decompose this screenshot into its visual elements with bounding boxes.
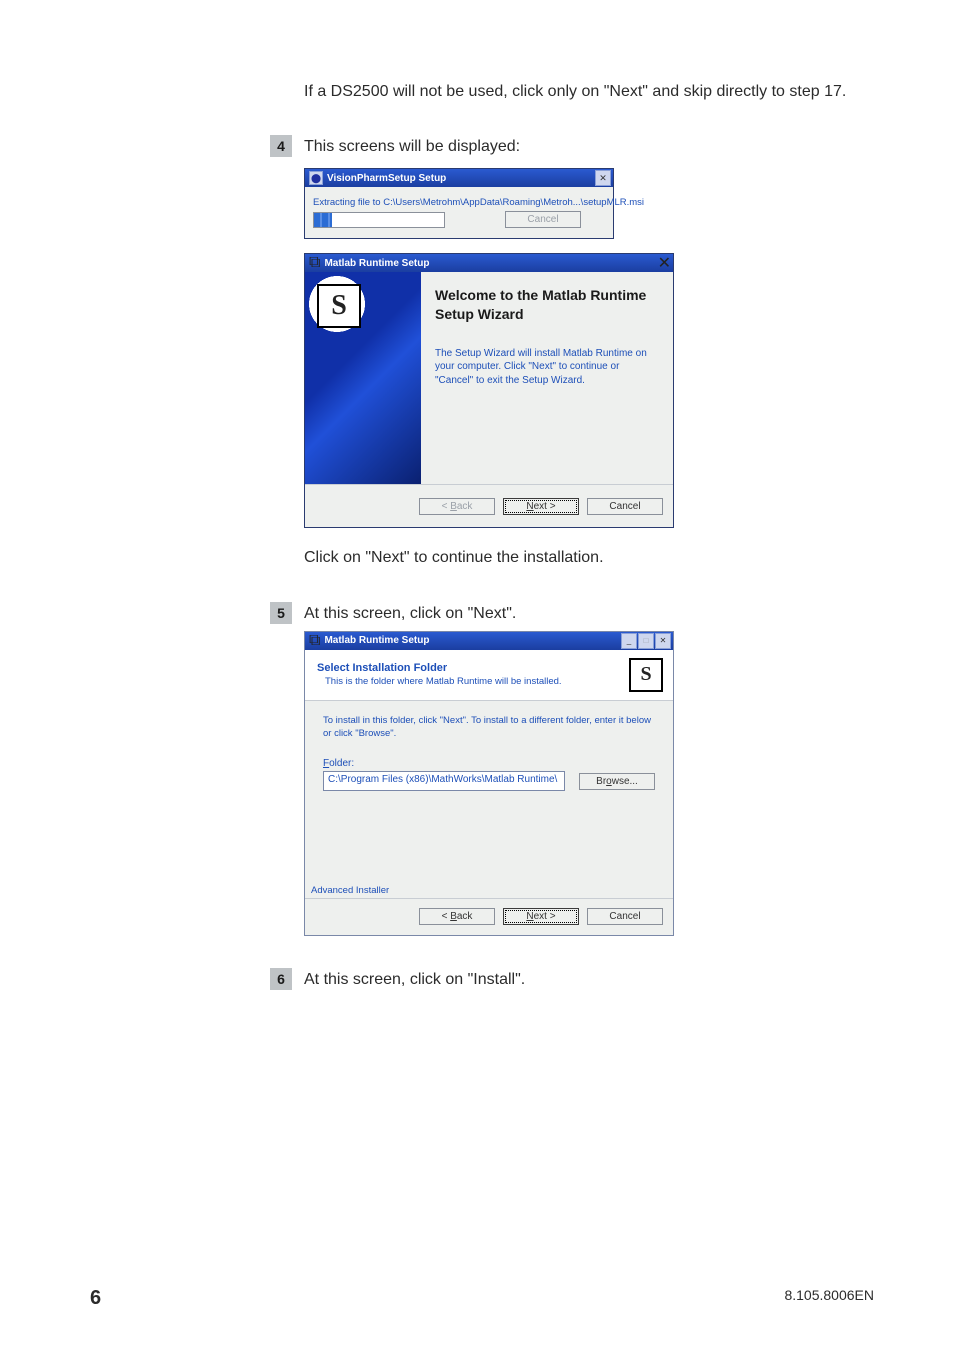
- matlab-wizard-title: Matlab Runtime Setup: [324, 258, 429, 269]
- close-icon[interactable]: ✕: [655, 633, 671, 649]
- sif-header-sub: This is the folder where Matlab Runtime …: [325, 676, 562, 687]
- step-4-marker: 4: [270, 135, 292, 157]
- browse-button[interactable]: Browse...: [579, 773, 655, 790]
- folder-input[interactable]: C:\Program Files (x86)\MathWorks\Matlab …: [323, 771, 565, 791]
- minimize-icon[interactable]: _: [621, 633, 637, 649]
- matlab-wizard-titlebar: ⧉ Matlab Runtime Setup ✕: [305, 254, 673, 272]
- back-button[interactable]: < Back: [419, 908, 495, 925]
- app-icon: ⬤: [309, 171, 323, 185]
- sif-header-title: Select Installation Folder: [317, 662, 562, 674]
- intro-text: If a DS2500 will not be used, click only…: [304, 80, 874, 103]
- doc-id: 8.105.8006EN: [784, 1287, 874, 1310]
- cancel-button[interactable]: Cancel: [505, 211, 581, 228]
- msi-icon: ⧉: [309, 254, 320, 272]
- msi-icon: ⧉: [309, 632, 320, 650]
- step-6-marker: 6: [270, 968, 292, 990]
- visionpharm-title: VisionPharmSetup Setup: [327, 173, 446, 184]
- step-5-marker: 5: [270, 602, 292, 624]
- step-4-after-text: Click on "Next" to continue the installa…: [304, 546, 874, 569]
- maximize-icon: □: [638, 633, 654, 649]
- product-logo-icon: S: [317, 284, 361, 328]
- extracting-text: Extracting file to C:\Users\Metrohm\AppD…: [313, 197, 605, 208]
- visionpharm-titlebar: ⬤ VisionPharmSetup Setup ✕: [305, 169, 613, 187]
- sif-titlebar: ⧉ Matlab Runtime Setup _ □ ✕: [305, 632, 673, 650]
- select-install-folder-dialog: ⧉ Matlab Runtime Setup _ □ ✕ Select Inst…: [304, 631, 674, 936]
- advanced-installer-label: Advanced Installer: [305, 881, 673, 898]
- next-button[interactable]: Next >: [503, 498, 579, 515]
- wizard-description: The Setup Wizard will install Matlab Run…: [435, 347, 659, 388]
- step-4-text: This screens will be displayed:: [304, 135, 520, 158]
- cancel-button[interactable]: Cancel: [587, 498, 663, 515]
- back-button[interactable]: < Back: [419, 498, 495, 515]
- visionpharm-dialog: ⬤ VisionPharmSetup Setup ✕ Extracting fi…: [304, 168, 614, 239]
- progress-bar: [313, 212, 445, 228]
- sif-title: Matlab Runtime Setup: [324, 635, 429, 646]
- cancel-button[interactable]: Cancel: [587, 908, 663, 925]
- close-icon[interactable]: ✕: [595, 170, 611, 186]
- folder-label: Folder:: [323, 758, 655, 769]
- wizard-heading: Welcome to the Matlab Runtime Setup Wiza…: [435, 286, 659, 322]
- wizard-banner: S: [305, 272, 421, 484]
- step-6-text: At this screen, click on "Install".: [304, 968, 525, 991]
- product-logo-icon: S: [629, 658, 663, 692]
- matlab-wizard-dialog: ⧉ Matlab Runtime Setup ✕ S Welcome to th…: [304, 253, 674, 528]
- step-5-text: At this screen, click on "Next".: [304, 602, 516, 625]
- next-button[interactable]: Next >: [503, 908, 579, 925]
- close-icon[interactable]: ✕: [658, 253, 671, 273]
- sif-message: To install in this folder, click "Next".…: [323, 715, 655, 741]
- page-number: 6: [90, 1287, 101, 1310]
